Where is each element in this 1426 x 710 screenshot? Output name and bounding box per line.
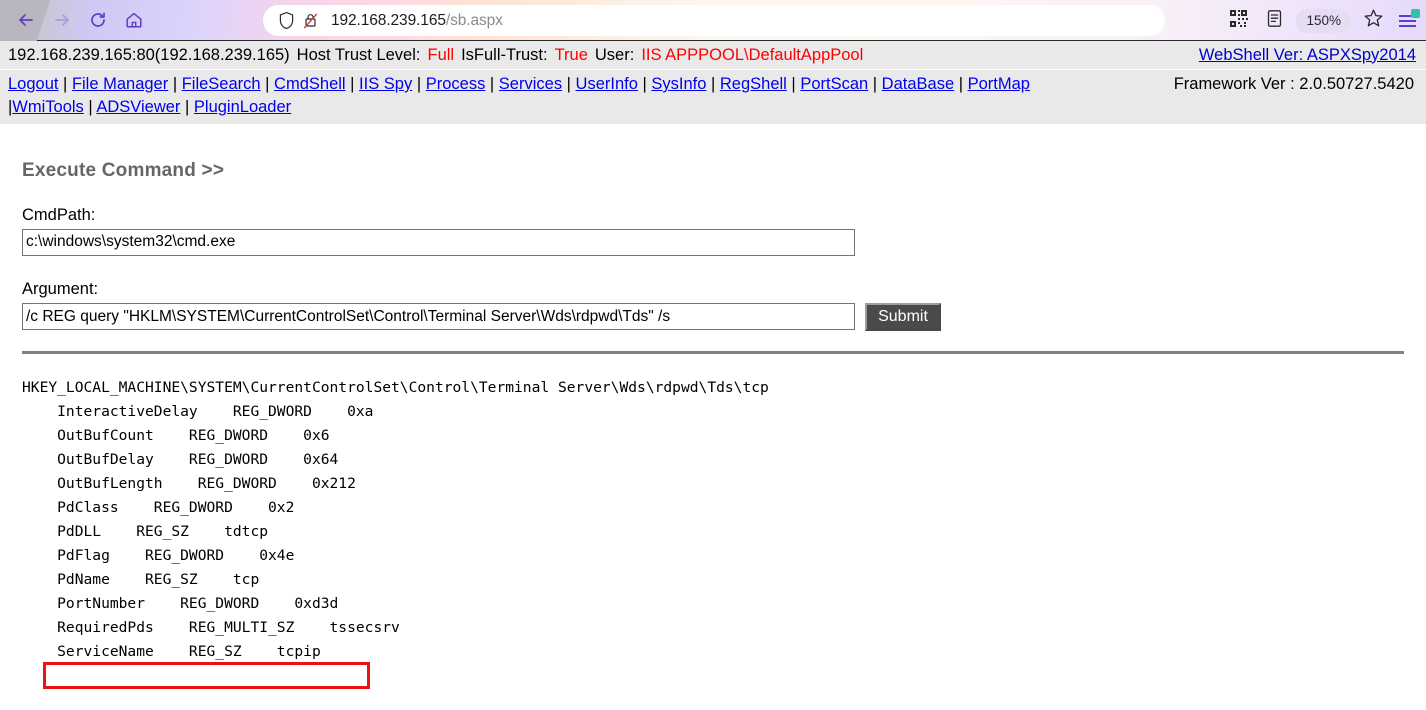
- zoom-level-badge[interactable]: 150%: [1296, 8, 1351, 33]
- nav-sep: |: [786, 75, 801, 93]
- isfull-trust-label: IsFull-Trust:: [461, 45, 548, 64]
- nav-sep: |: [58, 75, 72, 93]
- submit-button[interactable]: Submit: [865, 302, 941, 331]
- nav-sep: |: [868, 75, 882, 93]
- forward-arrow-icon: [52, 10, 72, 30]
- menu-update-badge: [1411, 8, 1420, 18]
- star-icon: [1363, 8, 1384, 34]
- user-value: IIS APPPOOL\DefaultAppPool: [641, 45, 864, 64]
- command-output: HKEY_LOCAL_MACHINE\SYSTEM\CurrentControl…: [22, 378, 769, 660]
- nav-link-userinfo[interactable]: UserInfo: [576, 75, 638, 93]
- nav-sep: |: [260, 75, 275, 93]
- host-trust-value: Full: [427, 45, 455, 64]
- navbar-links-row-2: |WmiTools | ADSViewer | PluginLoader: [8, 96, 1418, 119]
- bookmark-button[interactable]: [1356, 5, 1390, 37]
- nav-sep: |: [168, 75, 182, 93]
- insecure-lock-icon[interactable]: [299, 10, 321, 32]
- nav-link-regshell[interactable]: RegShell: [720, 75, 787, 93]
- user-label: User:: [594, 45, 635, 64]
- nav-link-cmdshell[interactable]: CmdShell: [274, 75, 346, 93]
- toolbar-actions: 150%: [1221, 0, 1422, 41]
- browser-toolbar: 192.168.239.165/sb.aspx 150%: [0, 0, 1426, 41]
- argument-row: Submit: [22, 302, 1426, 331]
- nav-sep: |: [954, 75, 968, 93]
- url-text: 192.168.239.165/sb.aspx: [331, 12, 503, 30]
- shield-icon[interactable]: [275, 10, 297, 32]
- menu-button[interactable]: [1392, 5, 1422, 37]
- nav-sep: |: [412, 75, 426, 93]
- nav-link-iis-spy[interactable]: IIS Spy: [359, 75, 412, 93]
- nav-link-wmitools[interactable]: WmiTools: [12, 98, 84, 116]
- back-arrow-icon: [16, 10, 36, 30]
- back-button[interactable]: [8, 4, 44, 36]
- navigation-buttons: [0, 4, 152, 36]
- host-trust-label: Host Trust Level:: [296, 45, 421, 64]
- nav-link-filesearch[interactable]: FileSearch: [182, 75, 261, 93]
- nav-link-logout[interactable]: Logout: [8, 75, 58, 93]
- home-icon: [124, 10, 144, 30]
- argument-input[interactable]: [22, 303, 855, 331]
- isfull-trust-value: True: [554, 45, 588, 64]
- nav-link-sysinfo[interactable]: SysInfo: [651, 75, 706, 93]
- forward-button[interactable]: [44, 4, 80, 36]
- cmdpath-label: CmdPath:: [22, 205, 96, 224]
- nav-sep: |: [180, 98, 194, 117]
- cmdpath-input[interactable]: [22, 228, 855, 256]
- nav-sep: |: [562, 75, 576, 93]
- nav-link-database[interactable]: DataBase: [882, 75, 954, 93]
- page-body: 192.168.239.165:80(192.168.239.165) Host…: [0, 41, 1426, 710]
- navbar-links-row: Logout | File Manager | FileSearch | Cmd…: [8, 75, 1030, 93]
- reload-button[interactable]: [80, 4, 116, 36]
- nav-link-adsviewer[interactable]: ADSViewer: [96, 98, 180, 116]
- server-address: 192.168.239.165:80(192.168.239.165): [8, 45, 290, 64]
- nav-link-services[interactable]: Services: [499, 75, 562, 93]
- webshell-version-link[interactable]: WebShell Ver: ASPXSpy2014: [1199, 46, 1416, 65]
- nav-link-file-manager[interactable]: File Manager: [72, 75, 168, 93]
- section-divider: [22, 350, 1404, 354]
- url-path: /sb.aspx: [445, 11, 503, 29]
- portnumber-highlight-box: [43, 662, 370, 689]
- address-bar[interactable]: 192.168.239.165/sb.aspx: [263, 5, 1165, 36]
- status-infobar: 192.168.239.165:80(192.168.239.165) Host…: [0, 41, 1426, 70]
- main-content: Execute Command >> CmdPath: Argument: Su…: [0, 160, 1426, 664]
- framework-version: Framework Ver : 2.0.50727.5420: [1173, 75, 1414, 93]
- nav-sep: |: [706, 75, 720, 93]
- url-host: 192.168.239.165: [331, 11, 446, 29]
- nav-sep: |: [345, 75, 360, 93]
- nav-sep: |: [485, 75, 499, 93]
- nav-sep: |: [637, 75, 652, 93]
- module-navbar: Logout | File Manager | FileSearch | Cmd…: [0, 70, 1426, 124]
- cmdpath-row: [22, 228, 1426, 256]
- nav-link-pluginloader[interactable]: PluginLoader: [194, 98, 291, 116]
- nav-sep: |: [83, 98, 97, 117]
- nav-link-process[interactable]: Process: [426, 75, 486, 93]
- nav-link-portmap[interactable]: PortMap: [968, 75, 1030, 93]
- nav-link-portscan[interactable]: PortScan: [800, 75, 868, 93]
- home-button[interactable]: [116, 4, 152, 36]
- reader-view-icon: [1265, 9, 1284, 33]
- reload-icon: [88, 10, 108, 30]
- argument-label: Argument:: [22, 279, 99, 298]
- reader-view-button[interactable]: [1257, 5, 1291, 37]
- qr-code-icon: [1229, 9, 1248, 33]
- page-title: Execute Command >>: [22, 159, 225, 181]
- qr-code-button[interactable]: [1221, 5, 1255, 37]
